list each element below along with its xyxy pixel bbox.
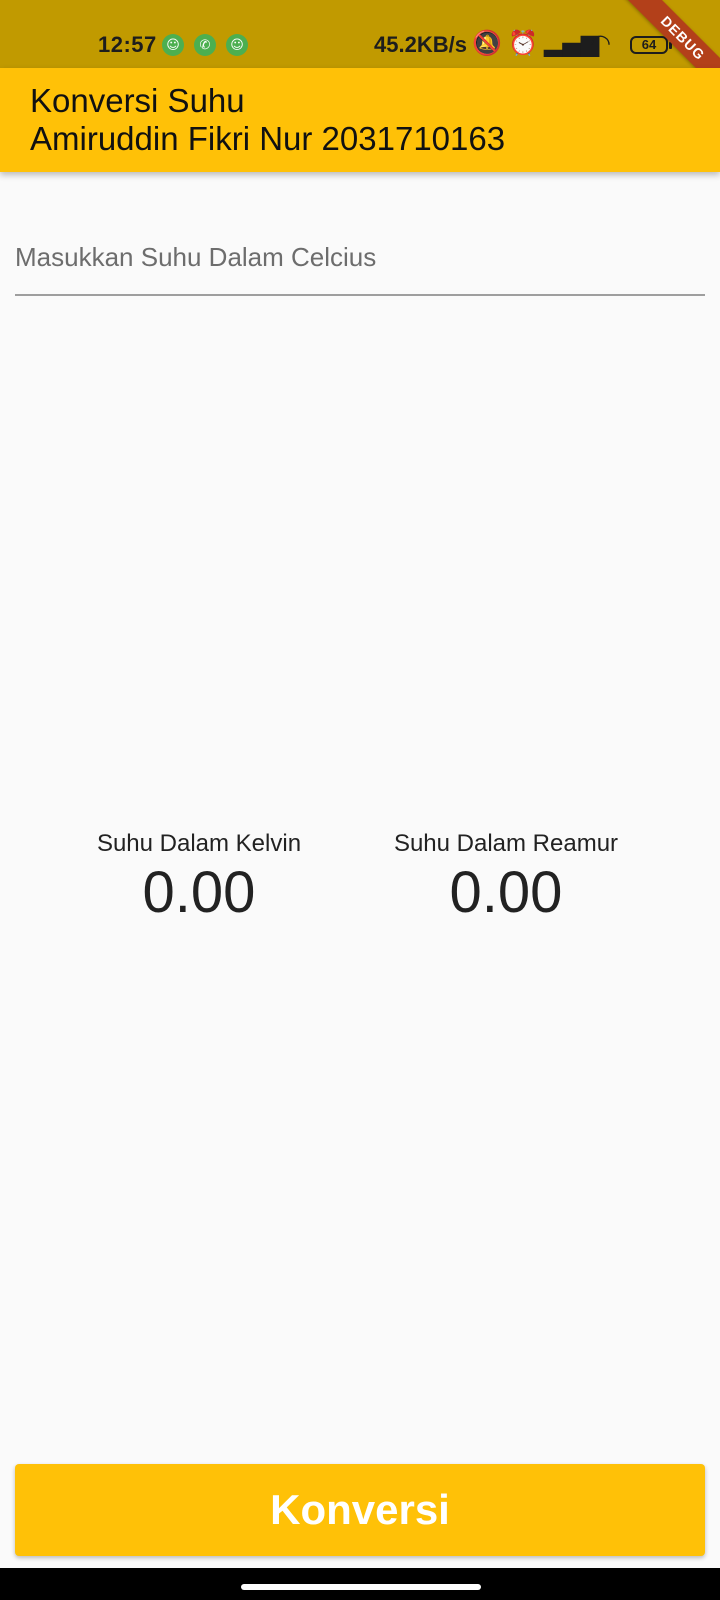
whatsapp-icon: ✆ bbox=[194, 34, 216, 56]
status-time: 12:57 bbox=[98, 32, 157, 57]
wifi-icon: ◠ bbox=[590, 29, 611, 57]
mute-bell-icon: 🔕 bbox=[472, 29, 502, 57]
app-subtitle: Amiruddin Fikri Nur 2031710163 bbox=[30, 120, 506, 157]
kelvin-result: Suhu Dalam Kelvin 0.00 bbox=[69, 830, 329, 926]
kelvin-label: Suhu Dalam Kelvin bbox=[96, 830, 302, 857]
status-bar: 12:57 ☺ ✆ ☺ 45.2KB/s 🔕 ⏰ ▂▄▆ ◠ 64 bbox=[0, 0, 720, 68]
alarm-icon: ⏰ bbox=[508, 29, 538, 57]
app-title: Konversi Suhu bbox=[30, 82, 245, 119]
reamur-result: Suhu Dalam Reamur 0.00 bbox=[376, 830, 636, 926]
battery-icon: 64 bbox=[630, 36, 672, 54]
reamur-label: Suhu Dalam Reamur bbox=[393, 830, 619, 857]
home-indicator[interactable] bbox=[241, 1584, 481, 1590]
network-speed: 45.2KB/s bbox=[374, 32, 467, 57]
app-bar: Konversi Suhu Amiruddin Fikri Nur 203171… bbox=[0, 68, 720, 172]
reamur-value: 0.00 bbox=[449, 860, 563, 925]
celcius-input-container bbox=[15, 200, 705, 296]
input-underline bbox=[15, 294, 705, 296]
app-notification-icon: ☺ bbox=[162, 34, 184, 56]
app-notification-icon-2: ☺ bbox=[226, 34, 248, 56]
convert-button[interactable]: Konversi bbox=[15, 1464, 705, 1556]
kelvin-value: 0.00 bbox=[142, 860, 256, 925]
celcius-input[interactable] bbox=[15, 200, 705, 294]
